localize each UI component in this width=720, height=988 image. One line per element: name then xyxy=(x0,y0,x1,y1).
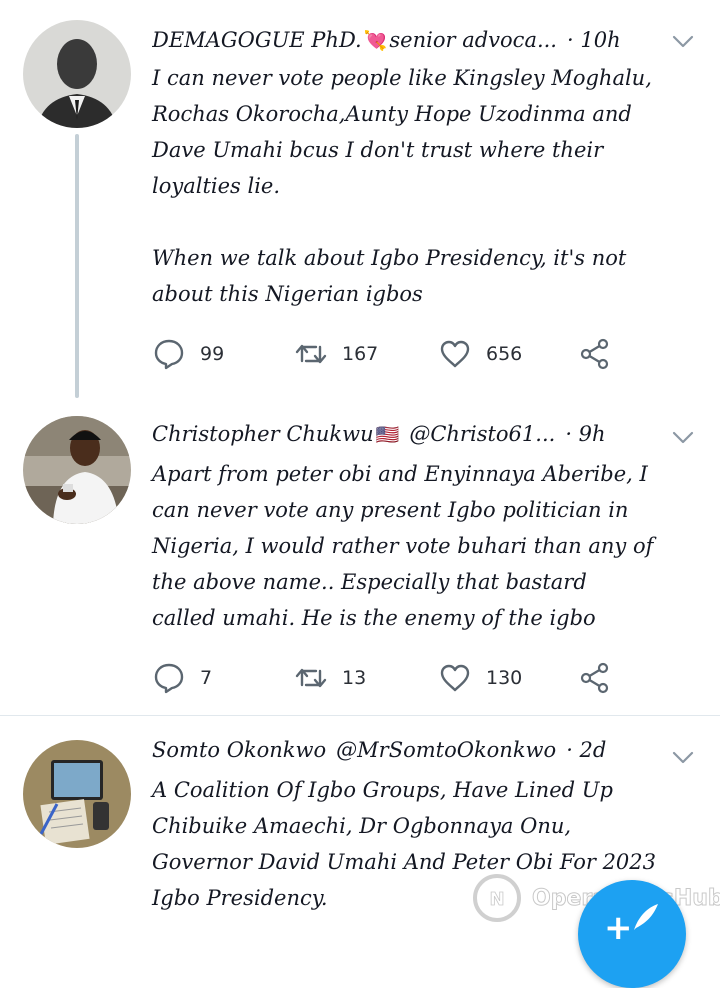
reply-button[interactable]: 7 xyxy=(152,656,212,700)
like-button[interactable]: 656 xyxy=(438,332,522,376)
avatar[interactable] xyxy=(23,740,131,848)
avatar[interactable] xyxy=(23,416,131,524)
reply-button[interactable]: 99 xyxy=(152,332,224,376)
chevron-down-icon[interactable] xyxy=(670,28,696,54)
heart-icon xyxy=(440,664,470,692)
timestamp: · 10h xyxy=(567,28,621,52)
like-count: 130 xyxy=(486,667,523,689)
retweet-count: 13 xyxy=(342,667,367,689)
share-icon xyxy=(580,338,609,370)
heart-emoji: 💘 xyxy=(363,29,388,52)
share-button[interactable] xyxy=(578,656,612,700)
opera-logo-icon: N xyxy=(473,874,521,922)
tweet-2[interactable]: Christopher Chukwu 🇺🇸 @Christo61... · 9h… xyxy=(0,400,720,716)
author-handle[interactable]: senior advoca... xyxy=(389,28,557,52)
tweet-1[interactable]: DEMAGOGUE PhD. 💘 senior advoca... · 10h … xyxy=(0,0,720,400)
reply-icon xyxy=(154,339,184,370)
author-name[interactable]: Somto Okonkwo xyxy=(152,738,326,762)
tweet-header: Somto Okonkwo @MrSomtoOkonkwo · 2d xyxy=(152,730,700,770)
heart-icon xyxy=(440,340,470,368)
tweet-text: Apart from peter obi and Enyinnaya Aberi… xyxy=(152,462,654,630)
retweet-icon xyxy=(295,668,327,688)
author-name[interactable]: DEMAGOGUE PhD. xyxy=(152,28,362,52)
flag-emoji: 🇺🇸 xyxy=(375,423,400,446)
tweet-actions: 7 13 130 xyxy=(152,656,632,700)
feather-icon xyxy=(634,904,658,930)
retweet-icon xyxy=(295,344,327,364)
share-icon xyxy=(580,662,609,694)
reply-icon xyxy=(154,663,184,694)
chevron-down-icon[interactable] xyxy=(670,744,696,770)
share-button[interactable] xyxy=(578,332,612,376)
tweet-text: I can never vote people like Kingsley Mo… xyxy=(152,66,652,306)
timestamp: · 2d xyxy=(566,738,607,762)
retweet-button[interactable]: 167 xyxy=(294,332,378,376)
avatar[interactable] xyxy=(23,20,131,128)
retweet-count: 167 xyxy=(342,343,379,365)
svg-text:N: N xyxy=(489,889,504,910)
reply-count: 7 xyxy=(200,667,213,689)
tweet-header: Christopher Chukwu 🇺🇸 @Christo61... · 9h xyxy=(152,414,700,454)
reply-count: 99 xyxy=(200,343,225,365)
chevron-down-icon[interactable] xyxy=(670,424,696,450)
timestamp: · 9h xyxy=(565,422,606,446)
author-handle[interactable]: @MrSomtoOkonkwo xyxy=(336,738,556,762)
author-handle[interactable]: @Christo61... xyxy=(409,422,555,446)
tweet-header: DEMAGOGUE PhD. 💘 senior advoca... · 10h xyxy=(152,20,700,60)
like-count: 656 xyxy=(486,343,523,365)
retweet-button[interactable]: 13 xyxy=(294,656,366,700)
author-name[interactable]: Christopher Chukwu xyxy=(152,422,374,446)
tweet-actions: 99 167 656 xyxy=(152,332,632,376)
thread-line xyxy=(75,134,79,398)
like-button[interactable]: 130 xyxy=(438,656,522,700)
